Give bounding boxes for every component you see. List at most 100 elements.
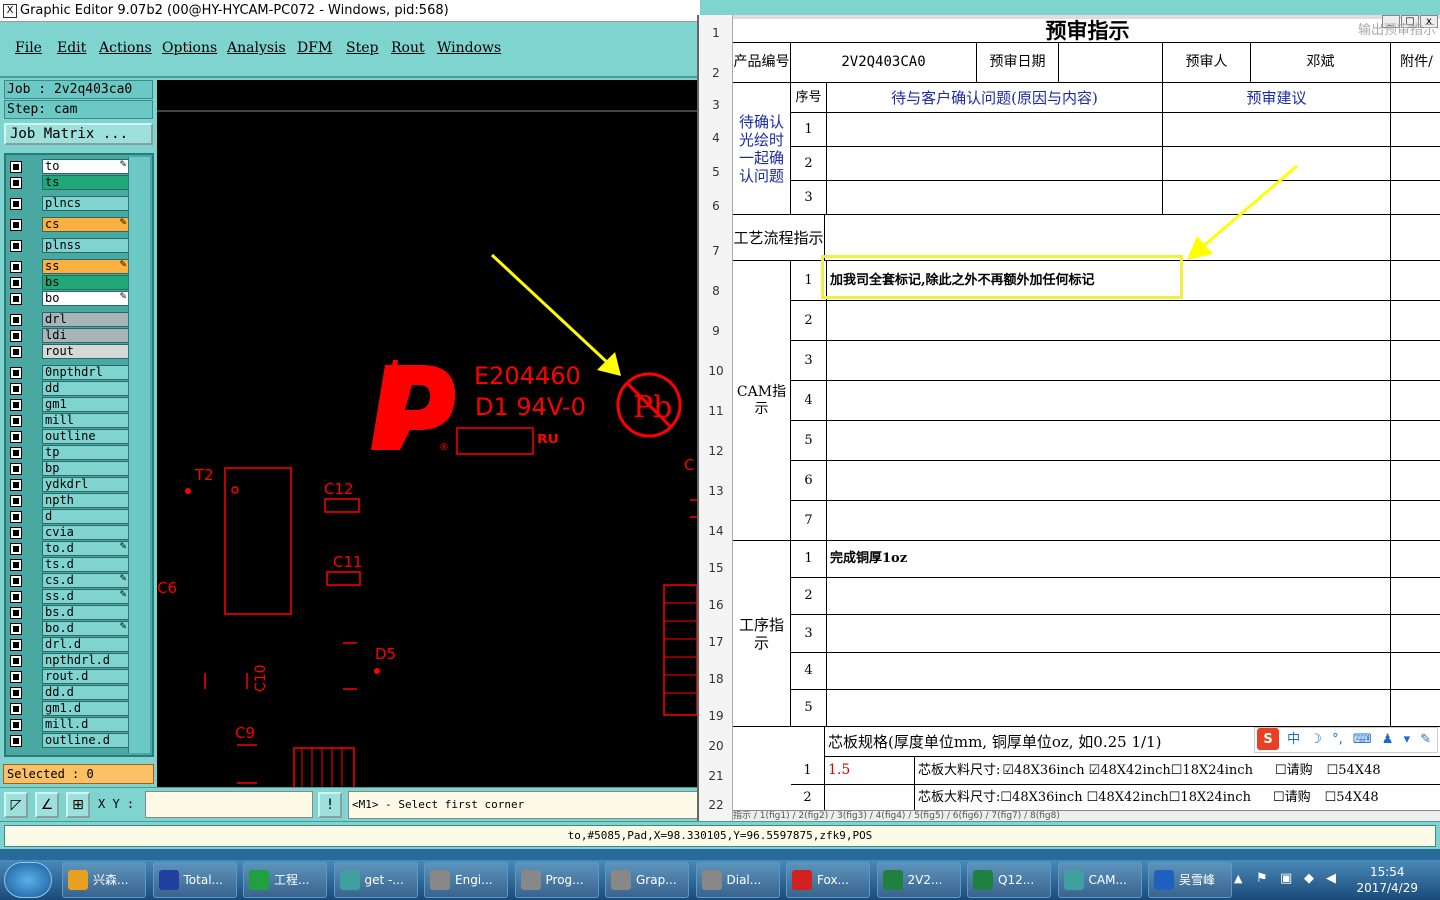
layer-row-cvia[interactable]: cvia — [8, 525, 130, 540]
layer-label[interactable]: drl — [42, 312, 130, 327]
menu-analysis[interactable]: Analysis — [227, 40, 286, 56]
layer-checkbox[interactable] — [10, 219, 22, 231]
layer-label[interactable]: ydkdrl — [42, 477, 130, 492]
layer-checkbox[interactable] — [10, 639, 22, 651]
row-header[interactable]: 19 — [699, 709, 733, 723]
proc-row-seq[interactable]: 5 — [791, 689, 827, 727]
layer-label[interactable]: dd.d — [42, 685, 130, 700]
row-header[interactable]: 18 — [699, 672, 733, 686]
taskbar-item[interactable]: get -... — [333, 862, 418, 898]
ime-mode[interactable]: 中 — [1287, 732, 1300, 747]
row-header[interactable]: 20 — [699, 739, 733, 753]
proc-row-seq[interactable]: 3 — [791, 615, 827, 653]
cam-row-seq[interactable]: 4 — [791, 381, 827, 421]
layer-label[interactable]: plncs — [42, 196, 130, 211]
layer-row-drl.d[interactable]: drl.d — [8, 637, 130, 652]
layer-label[interactable]: drl.d — [42, 637, 130, 652]
reviewer-label[interactable]: 预审人 — [1163, 43, 1251, 83]
layer-label[interactable]: to — [42, 159, 130, 174]
layer-checkbox[interactable] — [10, 671, 22, 683]
layer-checkbox[interactable] — [10, 511, 22, 523]
sheet-title[interactable]: 预审指示 — [733, 19, 1440, 43]
cam-label[interactable]: CAM指示 — [733, 261, 791, 541]
taskbar-item[interactable]: Engi... — [424, 862, 508, 898]
layer-label[interactable]: rout.d — [42, 669, 130, 684]
menu-edit[interactable]: Edit — [57, 40, 86, 56]
layer-label[interactable]: bp — [42, 461, 130, 476]
layer-label[interactable]: ldi — [42, 328, 130, 343]
snap-button[interactable]: ⊞ — [66, 792, 90, 818]
row-header[interactable]: 2 — [699, 66, 733, 80]
taskbar-item[interactable]: 工程... — [243, 862, 327, 898]
reviewer[interactable]: 邓斌 — [1251, 43, 1391, 83]
cam-row-content[interactable] — [827, 501, 1391, 541]
user-icon[interactable]: ♟ — [1382, 732, 1394, 747]
keyboard-icon[interactable]: ⌨ — [1353, 732, 1372, 747]
layer-row-ldi[interactable]: ldi — [8, 328, 130, 343]
layer-row-ss.d[interactable]: ss.d ✎ — [8, 589, 130, 604]
layer-label[interactable]: gm1.d — [42, 701, 130, 716]
taskbar-item[interactable]: 吴雪峰 — [1148, 862, 1232, 898]
product-no[interactable]: 2V2Q403CA0 — [791, 43, 977, 83]
cam-row-extra[interactable] — [1391, 381, 1440, 421]
process-value[interactable] — [825, 215, 1391, 261]
network-icon[interactable]: ▣ — [1280, 871, 1292, 886]
layer-row-d[interactable]: d — [8, 509, 130, 524]
clock[interactable]: 15:54 2017/4/29 — [1356, 864, 1418, 896]
layer-row-rout.d[interactable]: rout.d — [8, 669, 130, 684]
volume-icon[interactable]: ◀ — [1326, 871, 1336, 886]
cam-row-content[interactable] — [827, 381, 1391, 421]
menu-step[interactable]: Step — [346, 40, 378, 56]
layer-checkbox[interactable] — [10, 330, 22, 342]
checkbox-icon[interactable]: ☐ — [1087, 790, 1099, 806]
row-header[interactable]: 9 — [699, 324, 733, 338]
layer-row-to[interactable]: to ✎ — [8, 159, 130, 174]
punctuation-icon[interactable]: °, — [1332, 732, 1343, 747]
row-header[interactable]: 15 — [699, 561, 733, 575]
layer-checkbox[interactable] — [10, 527, 22, 539]
layer-checkbox[interactable] — [10, 240, 22, 252]
proc-row-content[interactable] — [827, 689, 1391, 727]
layer-checkbox[interactable] — [10, 623, 22, 635]
layer-checkbox[interactable] — [10, 447, 22, 459]
layer-checkbox[interactable] — [10, 261, 22, 273]
proc-row-extra[interactable] — [1391, 690, 1440, 727]
cam-row-extra[interactable] — [1391, 421, 1440, 461]
layer-label[interactable]: bo.d — [42, 621, 130, 636]
layer-label[interactable]: bs.d — [42, 605, 130, 620]
proc-row-content[interactable] — [827, 615, 1391, 653]
layer-label[interactable]: bs — [42, 275, 130, 290]
proc-row-content[interactable] — [827, 578, 1391, 616]
taskbar-item[interactable]: Q12... — [967, 862, 1051, 898]
core-thk-1[interactable]: 1.5 — [825, 757, 915, 785]
layer-row-bs[interactable]: bs — [8, 275, 130, 290]
layer-label[interactable]: outline — [42, 429, 130, 444]
process-extra[interactable] — [1391, 215, 1440, 261]
shield-icon[interactable]: ◆ — [1304, 871, 1314, 886]
layer-checkbox[interactable] — [10, 198, 22, 210]
layer-label[interactable]: dd — [42, 381, 130, 396]
cam-row-seq[interactable]: 6 — [791, 461, 827, 501]
confirm-seq[interactable]: 1 — [791, 113, 827, 147]
layer-checkbox[interactable] — [10, 543, 22, 555]
confirm-issue[interactable] — [827, 147, 1163, 181]
proc-row-seq[interactable]: 4 — [791, 652, 827, 690]
confirm-suggestion[interactable] — [1163, 113, 1391, 147]
proc-row-extra[interactable] — [1391, 615, 1440, 653]
layer-row-ts[interactable]: ts — [8, 175, 130, 190]
zoom-window-button[interactable]: ◸ — [4, 792, 28, 818]
layer-row-ss[interactable]: ss ✎ — [8, 259, 130, 274]
row-header[interactable]: 17 — [699, 635, 733, 649]
proc-row-extra[interactable] — [1391, 578, 1440, 616]
layer-row-gm1[interactable]: gm1 — [8, 397, 130, 412]
layer-checkbox[interactable] — [10, 431, 22, 443]
cam-row-content[interactable] — [827, 461, 1391, 501]
confirm-issue[interactable] — [827, 181, 1163, 215]
layer-label[interactable]: 0npthdrl — [42, 365, 130, 380]
layer-row-outline.d[interactable]: outline.d — [8, 733, 130, 748]
cam-row-extra[interactable] — [1391, 301, 1440, 341]
menu-actions[interactable]: Actions — [99, 40, 152, 56]
proc-row-seq[interactable]: 1 — [791, 541, 827, 579]
layer-row-tp[interactable]: tp — [8, 445, 130, 460]
menu-rout[interactable]: Rout — [391, 40, 425, 56]
